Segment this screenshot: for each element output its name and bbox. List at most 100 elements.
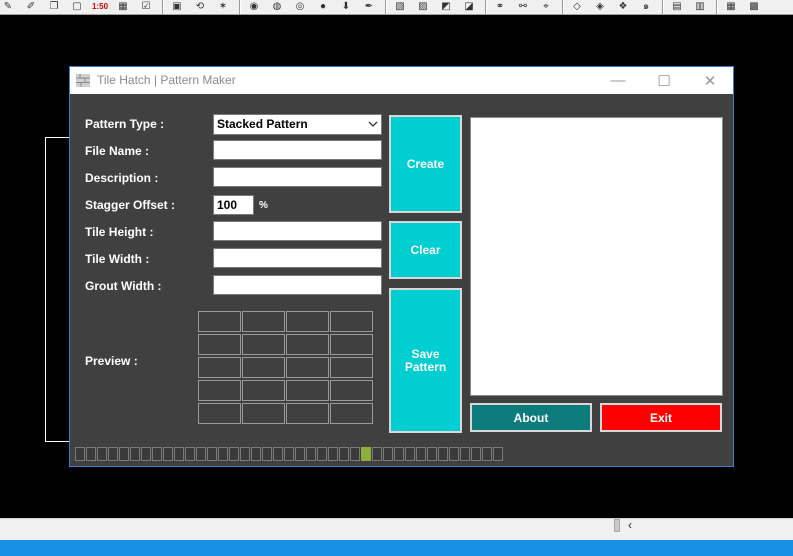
refresh-icon[interactable]: ◉ bbox=[246, 0, 262, 14]
layer-stack-icon[interactable]: ❖ bbox=[615, 0, 631, 14]
grout-width-input[interactable] bbox=[213, 275, 382, 295]
scroll-left-icon[interactable]: ‹ bbox=[624, 517, 636, 533]
swirl-icon[interactable]: ๑ bbox=[638, 0, 654, 14]
align-icon[interactable]: ◪ bbox=[461, 0, 477, 14]
pattern-thumbnail[interactable] bbox=[152, 447, 162, 461]
clear-button[interactable]: Clear bbox=[389, 221, 462, 279]
pattern-thumbnail[interactable] bbox=[339, 447, 349, 461]
pattern-thumbnail[interactable] bbox=[130, 447, 140, 461]
preview-tile bbox=[286, 311, 329, 332]
preview-tile bbox=[330, 403, 373, 424]
link2-icon[interactable]: ⚯ bbox=[515, 0, 531, 14]
table-grid-icon[interactable]: ▦ bbox=[723, 0, 739, 14]
copy-icon[interactable]: ❐ bbox=[46, 0, 62, 14]
file-name-input[interactable] bbox=[213, 140, 382, 160]
table-icon[interactable]: ▤ bbox=[669, 0, 685, 14]
pattern-thumbnail[interactable] bbox=[273, 447, 283, 461]
tile-width-input[interactable] bbox=[213, 248, 382, 268]
pattern-thumbnail[interactable] bbox=[460, 447, 470, 461]
pattern-thumbnail[interactable] bbox=[317, 447, 327, 461]
description-input[interactable] bbox=[213, 167, 382, 187]
recycle-icon[interactable]: ● bbox=[315, 0, 331, 14]
pattern-thumbnail[interactable] bbox=[229, 447, 239, 461]
box-icon[interactable]: ▣ bbox=[169, 0, 185, 14]
pattern-thumbnail[interactable] bbox=[449, 447, 459, 461]
globe-icon[interactable]: ◎ bbox=[292, 0, 308, 14]
pattern-thumbnail[interactable] bbox=[361, 447, 371, 461]
draw-icon[interactable]: ✎ bbox=[0, 0, 16, 14]
layer-up-icon[interactable]: ◈ bbox=[592, 0, 608, 14]
pattern-thumbnail[interactable] bbox=[405, 447, 415, 461]
rectangle-icon[interactable]: ▢ bbox=[69, 0, 85, 14]
pattern-thumbnail[interactable] bbox=[295, 447, 305, 461]
pattern-thumbnail[interactable] bbox=[185, 447, 195, 461]
stagger-offset-input[interactable]: 100 bbox=[213, 195, 254, 215]
title-bar[interactable]: Tile Hatch | Pattern Maker — ☐ ✕ bbox=[70, 67, 733, 94]
grid-icon[interactable]: ▦ bbox=[115, 0, 131, 14]
download-icon[interactable]: ⬇ bbox=[338, 0, 354, 14]
chevron-down-icon[interactable] bbox=[367, 118, 379, 130]
pattern-thumbnail[interactable] bbox=[218, 447, 228, 461]
pattern-thumbnail[interactable] bbox=[262, 447, 272, 461]
pattern-thumbnail[interactable] bbox=[86, 447, 96, 461]
pattern-thumbnail[interactable] bbox=[416, 447, 426, 461]
preview-tile bbox=[242, 380, 285, 401]
pen-icon[interactable]: ✒ bbox=[361, 0, 377, 14]
pattern-thumbnail[interactable] bbox=[240, 447, 250, 461]
preview-tile bbox=[198, 334, 241, 355]
palette-icon[interactable]: ◍ bbox=[269, 0, 285, 14]
pattern-thumbnail[interactable] bbox=[493, 447, 503, 461]
frame-icon[interactable]: ▨ bbox=[415, 0, 431, 14]
pattern-thumbnail[interactable] bbox=[196, 447, 206, 461]
pattern-output-box[interactable] bbox=[470, 117, 723, 396]
pattern-thumbnail[interactable] bbox=[306, 447, 316, 461]
explode-icon[interactable]: ✶ bbox=[215, 0, 231, 14]
pattern-thumbnail[interactable] bbox=[482, 447, 492, 461]
pattern-thumbnail[interactable] bbox=[383, 447, 393, 461]
pattern-thumbnail[interactable] bbox=[284, 447, 294, 461]
pattern-thumbnail[interactable] bbox=[141, 447, 151, 461]
pattern-thumbnail[interactable] bbox=[174, 447, 184, 461]
pattern-thumbnail[interactable] bbox=[471, 447, 481, 461]
table-edit-icon[interactable]: ▥ bbox=[692, 0, 708, 14]
toolbar-separator bbox=[562, 0, 564, 14]
pencil-icon[interactable]: ✐ bbox=[23, 0, 39, 14]
exit-button[interactable]: Exit bbox=[600, 403, 722, 432]
pattern-type-select[interactable]: Stacked Pattern bbox=[213, 114, 382, 135]
tile-height-input[interactable] bbox=[213, 221, 382, 241]
minimize-button[interactable]: — bbox=[595, 67, 641, 94]
pattern-thumbnail[interactable] bbox=[119, 447, 129, 461]
pattern-thumbnail[interactable] bbox=[438, 447, 448, 461]
rotate-icon[interactable]: ⟲ bbox=[192, 0, 208, 14]
maximize-button[interactable]: ☐ bbox=[641, 67, 687, 94]
save-pattern-button[interactable]: Save Pattern bbox=[389, 288, 462, 433]
layer-icon[interactable]: ◇ bbox=[569, 0, 585, 14]
crosshair-icon[interactable]: ⌖ bbox=[538, 0, 554, 14]
pattern-thumbnail[interactable] bbox=[75, 447, 85, 461]
pattern-thumbnail[interactable] bbox=[97, 447, 107, 461]
save-pattern-label-line2: Pattern bbox=[404, 359, 447, 374]
select-icon[interactable]: ◩ bbox=[438, 0, 454, 14]
pattern-thumbnail[interactable] bbox=[328, 447, 338, 461]
pattern-thumbnail[interactable] bbox=[251, 447, 261, 461]
create-button[interactable]: Create bbox=[389, 115, 462, 213]
file-name-label: File Name : bbox=[85, 144, 150, 158]
pattern-thumbnail[interactable] bbox=[427, 447, 437, 461]
scale-label[interactable]: 1:50 bbox=[92, 0, 108, 14]
link-icon[interactable]: ⚭ bbox=[492, 0, 508, 14]
preview-tile bbox=[242, 311, 285, 332]
about-button[interactable]: About bbox=[470, 403, 592, 432]
check-icon[interactable]: ☑ bbox=[138, 0, 154, 14]
pattern-thumbnail[interactable] bbox=[108, 447, 118, 461]
hatch-icon[interactable]: ▧ bbox=[392, 0, 408, 14]
horizontal-scrollbar[interactable] bbox=[0, 518, 793, 540]
pattern-thumbnail[interactable] bbox=[207, 447, 217, 461]
preview-label: Preview : bbox=[85, 354, 138, 368]
pattern-thumbnail[interactable] bbox=[394, 447, 404, 461]
close-button[interactable]: ✕ bbox=[687, 67, 733, 94]
table-link-icon[interactable]: ▩ bbox=[746, 0, 762, 14]
pattern-thumbnail[interactable] bbox=[163, 447, 173, 461]
scrollbar-thumb[interactable] bbox=[614, 519, 620, 532]
pattern-thumbnail[interactable] bbox=[350, 447, 360, 461]
pattern-thumbnail[interactable] bbox=[372, 447, 382, 461]
